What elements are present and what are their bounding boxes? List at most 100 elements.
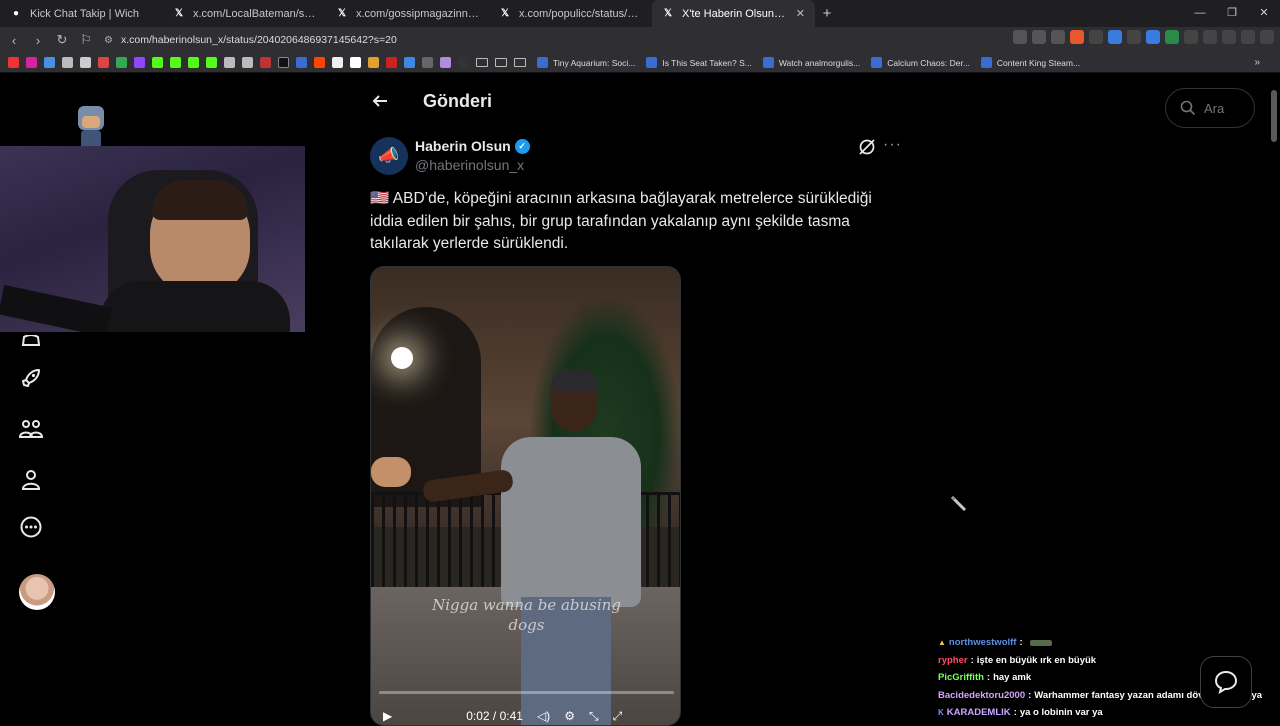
bookmark-favicon-icon[interactable] — [296, 57, 307, 68]
browser-tab[interactable]: 𝕏 x.com/populicc/status/2040367271 — [489, 0, 652, 27]
bookmark-item[interactable]: Watch analmorgulis... — [762, 57, 860, 68]
browser-tab-active[interactable]: 𝕏 X'te Haberin Olsun: "us ABD'de, k ✕ — [652, 0, 815, 27]
browser-tab[interactable]: 𝕏 x.com/gossipmagazinn/status/2040 — [326, 0, 489, 27]
site-info-icon[interactable]: ⚙ — [104, 35, 113, 46]
twitch-icon[interactable] — [134, 57, 145, 68]
reload-icon[interactable]: ↻ — [52, 30, 72, 50]
brave-shield-icon[interactable] — [1070, 30, 1084, 44]
kick-icon[interactable] — [152, 57, 163, 68]
instagram-icon[interactable] — [26, 57, 37, 68]
settings-icon[interactable]: ⚙ — [564, 709, 575, 723]
play-icon[interactable]: ▶ — [383, 709, 392, 723]
anchor-icon[interactable] — [224, 57, 235, 68]
sidebar-icon[interactable] — [1222, 30, 1236, 44]
tweet-text: 🇺🇸 ABD’de, köpeğini aracının arkasına ba… — [370, 190, 872, 252]
folder-icon[interactable] — [476, 58, 488, 67]
more-options-icon[interactable] — [16, 512, 46, 542]
scrollbar-thumb[interactable] — [1271, 90, 1277, 142]
bookmark-favicon-icon[interactable] — [386, 57, 397, 68]
premium-rocket-icon[interactable] — [16, 363, 46, 393]
back-arrow-icon[interactable] — [368, 89, 392, 113]
close-window-icon[interactable]: ✕ — [1248, 0, 1280, 27]
account-avatar[interactable] — [19, 574, 55, 610]
bookmark-favicon-icon[interactable] — [458, 57, 469, 68]
drive-icon[interactable] — [116, 57, 127, 68]
restore-icon[interactable]: ❐ — [1216, 0, 1248, 27]
browser-tab[interactable]: ● Kick Chat Takip | Wich — [0, 0, 163, 27]
search-input[interactable]: Ara — [1165, 88, 1255, 128]
fullscreen-icon[interactable]: ⤢ — [613, 709, 623, 724]
extension-icon[interactable] — [1184, 30, 1198, 44]
new-tab-button[interactable]: + — [815, 5, 839, 22]
bookmark-favicon-icon[interactable] — [422, 57, 433, 68]
collapse-icon[interactable]: ⤡ — [589, 709, 599, 724]
video-progress-bar[interactable] — [379, 691, 674, 694]
search-icon — [1180, 100, 1196, 116]
communities-icon[interactable] — [16, 414, 46, 444]
menu-icon[interactable] — [1260, 30, 1274, 44]
music-icon[interactable] — [1241, 30, 1255, 44]
notifications-icon[interactable] — [16, 327, 46, 357]
bookmark-favicon-icon[interactable] — [404, 57, 415, 68]
x-icon[interactable] — [278, 57, 289, 68]
bookmark-favicon-icon[interactable] — [440, 57, 451, 68]
kick-icon[interactable] — [188, 57, 199, 68]
verified-badge-icon: ✓ — [514, 138, 530, 154]
back-nav-icon[interactable]: ‹ — [4, 30, 24, 50]
author-name[interactable]: Haberin Olsun ✓ — [415, 138, 530, 154]
chat-text: ya o lobinin var ya — [1019, 707, 1103, 719]
folder-icon[interactable] — [495, 58, 507, 67]
chat-text: hay amk — [993, 672, 1032, 684]
extension-icon[interactable] — [1127, 30, 1141, 44]
minimize-icon[interactable]: — — [1184, 0, 1216, 27]
author-handle[interactable]: @haberinolsun_x — [415, 157, 524, 173]
folder-icon[interactable] — [514, 58, 526, 67]
kick-icon[interactable] — [206, 57, 217, 68]
bookmark-favicon-icon[interactable] — [80, 57, 91, 68]
extension-icon[interactable] — [1108, 30, 1122, 44]
bookmark-favicon-icon[interactable] — [62, 57, 73, 68]
more-icon[interactable]: ··· — [883, 136, 902, 154]
bookmark-favicon-icon[interactable] — [260, 57, 271, 68]
grok-icon[interactable] — [858, 138, 876, 156]
url-field[interactable]: ⚙ x.com/haberinolsun_x/status/2040206486… — [104, 34, 397, 46]
author-avatar[interactable]: 📣 — [370, 137, 408, 175]
bookmark-favicon-icon[interactable] — [242, 57, 253, 68]
bookmark-item[interactable]: Content King Steam... — [980, 57, 1080, 68]
window-controls: — ❐ ✕ — [1184, 0, 1280, 27]
share-icon[interactable] — [1051, 30, 1065, 44]
bookmark-favicon-icon[interactable] — [368, 57, 379, 68]
bookmark-favicon-icon[interactable] — [44, 57, 55, 68]
tab-title: Kick Chat Takip | Wich — [30, 7, 140, 20]
bookmark-favicon-icon[interactable] — [332, 57, 343, 68]
chat-username: northwestwolff — [948, 637, 1017, 649]
tab-title: x.com/LocalBateman/status/20403 — [193, 7, 316, 20]
grok-chat-button[interactable] — [1200, 656, 1252, 708]
cast-icon[interactable] — [1013, 30, 1027, 44]
bookmarks-overflow-icon[interactable]: » — [1254, 57, 1260, 68]
bookmark-item[interactable]: Tiny Aquarium: Soci... — [537, 57, 635, 68]
page-scrollbar[interactable] — [1270, 86, 1278, 720]
video-controls: ▶ 0:02 / 0:41 ◁) ⚙ ⤡ ⤢ — [371, 705, 680, 725]
puzzle-icon[interactable] — [1203, 30, 1217, 44]
kick-icon[interactable] — [170, 57, 181, 68]
bookmark-item[interactable]: Is This Seat Taken? S... — [646, 57, 752, 68]
flag-emoji: 🇺🇸 — [370, 190, 390, 207]
close-tab-icon[interactable]: ✕ — [796, 7, 805, 20]
zoom-icon[interactable] — [1032, 30, 1046, 44]
steam-icon — [537, 57, 548, 68]
volume-icon[interactable]: ◁) — [537, 709, 550, 723]
amazon-icon[interactable] — [350, 57, 361, 68]
extension-icon[interactable] — [1089, 30, 1103, 44]
forward-nav-icon[interactable]: › — [28, 30, 48, 50]
gmail-icon[interactable] — [98, 57, 109, 68]
youtube-icon[interactable] — [8, 57, 19, 68]
browser-tab[interactable]: 𝕏 x.com/LocalBateman/status/20403 — [163, 0, 326, 27]
extension-icon[interactable] — [1146, 30, 1160, 44]
reddit-icon[interactable] — [314, 57, 325, 68]
bookmark-icon[interactable]: ⚐ — [76, 30, 96, 50]
profile-icon[interactable] — [16, 465, 46, 495]
video-player[interactable]: Nigga wanna be abusing dogs ▶ 0:02 / 0:4… — [370, 266, 681, 726]
extension-icon[interactable] — [1165, 30, 1179, 44]
bookmark-item[interactable]: Calcium Chaos: Der... — [871, 57, 970, 68]
